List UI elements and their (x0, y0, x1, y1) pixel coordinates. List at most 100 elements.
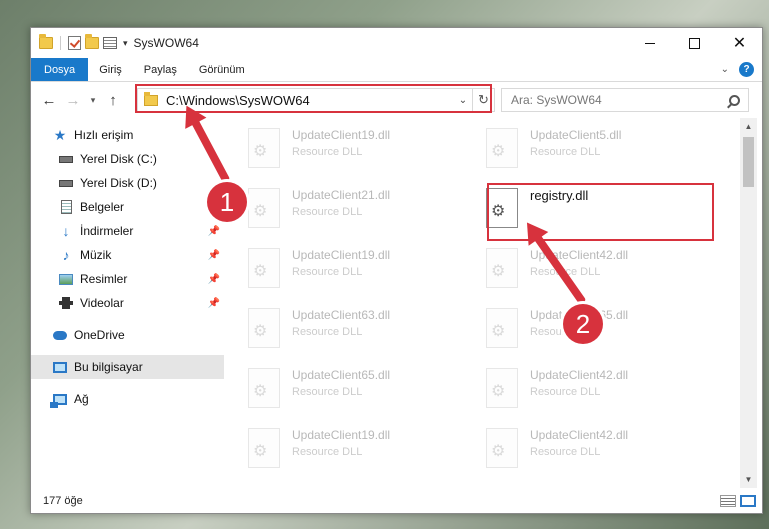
file-name: UpdateClient21.dll (292, 188, 391, 202)
dll-file-icon (486, 308, 518, 348)
file-item[interactable]: UpdateClient63.dll Resource DLL (248, 304, 468, 354)
file-item[interactable]: UpdateClient42.dllResource DLL (486, 364, 706, 414)
pin-icon[interactable]: 📌 (208, 250, 220, 261)
ribbon-right: ⌄ ? (721, 58, 762, 81)
dll-file-icon (248, 248, 280, 288)
details-view-icon[interactable] (720, 495, 736, 507)
customize-icon[interactable] (103, 37, 117, 49)
tab-paylas[interactable]: Paylaş (133, 58, 188, 81)
dll-file-icon (486, 428, 518, 468)
sidebar-item-pictures[interactable]: Resimler 📌 (31, 267, 224, 291)
dll-file-icon (248, 428, 280, 468)
sidebar-item-label: Resimler (80, 272, 128, 286)
file-name: UpdateClient65.dll (292, 368, 391, 382)
tab-gorunum[interactable]: Görünüm (188, 58, 256, 81)
scroll-thumb[interactable] (743, 137, 754, 187)
dll-file-icon (486, 368, 518, 408)
pin-icon[interactable]: 📌 (208, 274, 220, 285)
recent-locations-icon[interactable]: ▾ (87, 90, 99, 110)
ribbon-tabs: Dosya Giriş Paylaş Görünüm ⌄ ? (31, 58, 762, 82)
pin-icon[interactable]: 📌 (208, 226, 220, 237)
up-button[interactable]: ↑ (103, 90, 123, 110)
sidebar-item-videos[interactable]: Videolar 📌 (31, 291, 224, 315)
sidebar-item-this-pc[interactable]: Bu bilgisayar (31, 355, 224, 379)
sidebar-item-label: Yerel Disk (C:) (80, 152, 157, 166)
sidebar-item-network[interactable]: Ağ (31, 387, 224, 411)
sidebar-item-disk-c[interactable]: Yerel Disk (C:) (31, 147, 224, 171)
file-name: UpdateClient19.dll (292, 428, 391, 442)
sidebar-item-label: Videolar (80, 296, 124, 310)
file-item[interactable]: UpdateClient19.dll Resource DLL (248, 124, 468, 174)
tab-giris[interactable]: Giriş (88, 58, 133, 81)
video-icon (59, 296, 73, 310)
dll-file-icon (486, 248, 518, 288)
maximize-button[interactable] (672, 28, 717, 58)
close-button[interactable]: ✕ (717, 28, 762, 58)
sidebar-item-label: Belgeler (80, 200, 125, 214)
file-name: UpdateClient5.dll (530, 128, 622, 142)
file-name: UpdateClient19.dll (292, 128, 391, 142)
sidebar-item-downloads[interactable]: ↓ İndirmeler 📌 (31, 219, 224, 243)
music-icon: ♪ (62, 247, 70, 263)
help-icon[interactable]: ? (739, 62, 754, 77)
sidebar-item-onedrive[interactable]: OneDrive (31, 323, 224, 347)
file-type: Resource DLL (292, 326, 363, 338)
tiles-view-icon[interactable] (740, 495, 756, 507)
search-input[interactable]: Ara: SysWOW64 (501, 88, 749, 112)
qat-dropdown-icon[interactable]: ▾ (123, 38, 128, 49)
documents-icon (59, 200, 73, 214)
sidebar-item-label: Müzik (80, 248, 112, 262)
window-title: SysWOW64 (133, 36, 199, 50)
tab-dosya[interactable]: Dosya (31, 58, 89, 81)
file-item[interactable]: UpdateClient42.dllResource DLL (486, 424, 706, 474)
file-type: Resource DLL (530, 446, 601, 458)
properties-check-icon[interactable] (68, 36, 81, 50)
star-icon: ★ (53, 126, 67, 143)
file-item[interactable]: UpdateClient19.dll Resource DLL (248, 244, 468, 294)
sidebar-item-disk-d[interactable]: Yerel Disk (D:) (31, 171, 224, 195)
minimize-button[interactable] (627, 28, 672, 58)
sidebar-item-label: Bu bilgisayar (74, 360, 143, 374)
sidebar-item-label: Ağ (74, 392, 89, 406)
search-placeholder: Ara: SysWOW64 (511, 93, 602, 107)
onedrive-icon (53, 328, 67, 342)
dll-file-icon (248, 308, 280, 348)
file-type: Resource DLL (292, 446, 363, 458)
file-item[interactable]: UpdateClient42.dllResource DLL (486, 244, 706, 294)
search-icon[interactable] (729, 94, 740, 106)
sidebar-item-music[interactable]: ♪ Müzik 📌 (31, 243, 224, 267)
scroll-down-icon[interactable]: ▼ (740, 471, 757, 488)
file-item[interactable]: UpdateClient65.dll Resource DLL (248, 364, 468, 414)
forward-button[interactable]: → (63, 90, 83, 110)
new-folder-icon[interactable] (85, 34, 99, 49)
vertical-scrollbar[interactable]: ▲ ▼ (740, 118, 757, 488)
file-item[interactable]: UpdateClient5.dll Resource DLL (486, 124, 706, 174)
folder-icon (39, 34, 53, 49)
file-type: Resource DLL (530, 266, 601, 278)
quick-access-toolbar: ▾ (31, 34, 128, 50)
file-type: Resource DLL (292, 266, 363, 278)
back-button[interactable]: ← (39, 90, 59, 110)
dll-file-icon (486, 128, 518, 168)
scroll-up-icon[interactable]: ▲ (740, 118, 757, 135)
this-pc-icon (53, 360, 67, 374)
callout-badge-2: 2 (563, 304, 603, 344)
window-controls: ✕ (627, 28, 762, 58)
divider (60, 36, 61, 50)
status-bar: 177 öğe (31, 489, 762, 513)
dll-file-icon (248, 128, 280, 168)
sidebar-item-documents[interactable]: Belgeler (31, 195, 224, 219)
file-name: UpdateClient19.dll (292, 248, 391, 262)
expand-ribbon-icon[interactable]: ⌄ (721, 64, 729, 75)
file-type: Resource DLL (292, 206, 363, 218)
navigation-pane: ★ Hızlı erişim Yerel Disk (C:) Yerel Dis… (31, 122, 224, 492)
dll-file-icon (248, 188, 280, 228)
file-list: UpdateClient19.dll Resource DLL UpdateCli… (224, 122, 740, 492)
file-type: Resource DLL (292, 386, 363, 398)
file-type: Resource DLL (530, 146, 601, 158)
download-icon: ↓ (62, 223, 70, 239)
file-item[interactable]: UpdateClient21.dll Resource DLL (248, 184, 468, 234)
pin-icon[interactable]: 📌 (208, 298, 220, 309)
view-buttons (720, 495, 756, 507)
file-item[interactable]: UpdateClient19.dll Resource DLL (248, 424, 468, 474)
